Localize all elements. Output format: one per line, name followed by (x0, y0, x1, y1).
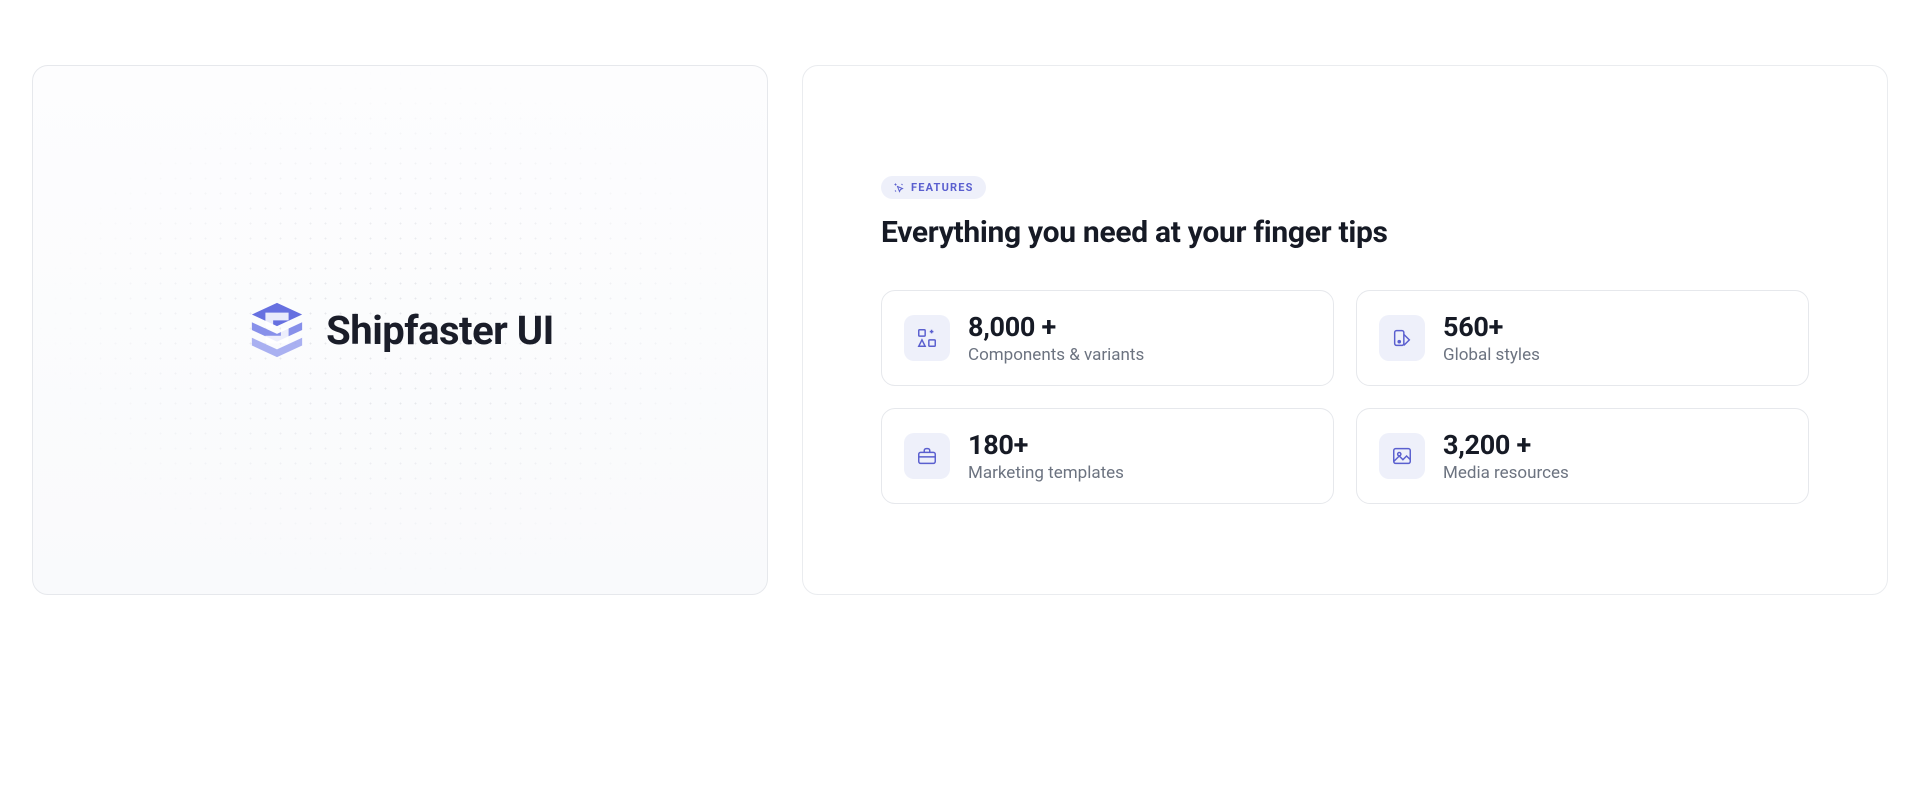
stat-value: 3,200 + (1443, 429, 1569, 461)
stat-text: 3,200 + Media resources (1443, 429, 1569, 483)
shapes-icon (904, 315, 950, 361)
stat-value: 8,000 + (968, 311, 1144, 343)
swatch-icon (1379, 315, 1425, 361)
stat-text: 8,000 + Components & variants (968, 311, 1144, 365)
stat-value: 180+ (968, 429, 1124, 461)
briefcase-icon (904, 433, 950, 479)
image-icon (1379, 433, 1425, 479)
stat-value: 560+ (1443, 311, 1540, 343)
brand-logo-mark-icon (246, 301, 308, 359)
stat-text: 560+ Global styles (1443, 311, 1540, 365)
stat-text: 180+ Marketing templates (968, 429, 1124, 483)
section-headline: Everything you need at your finger tips (881, 215, 1809, 250)
brand-logo-block: Shipfaster UI (246, 301, 554, 359)
section-badge-label: FEATURES (911, 181, 974, 194)
stats-grid: 8,000 + Components & variants 560+ Globa… (881, 290, 1809, 504)
brand-name: Shipfaster UI (326, 307, 554, 354)
section-badge: FEATURES (881, 176, 986, 199)
cursor-click-icon (893, 182, 905, 194)
brand-panel: Shipfaster UI (32, 65, 768, 595)
stat-label: Global styles (1443, 345, 1540, 365)
stat-label: Marketing templates (968, 463, 1124, 483)
stat-card-components: 8,000 + Components & variants (881, 290, 1334, 386)
stat-card-media: 3,200 + Media resources (1356, 408, 1809, 504)
stat-card-templates: 180+ Marketing templates (881, 408, 1334, 504)
stat-card-styles: 560+ Global styles (1356, 290, 1809, 386)
stat-label: Components & variants (968, 345, 1144, 365)
features-panel: FEATURES Everything you need at your fin… (802, 65, 1888, 595)
stat-label: Media resources (1443, 463, 1569, 483)
